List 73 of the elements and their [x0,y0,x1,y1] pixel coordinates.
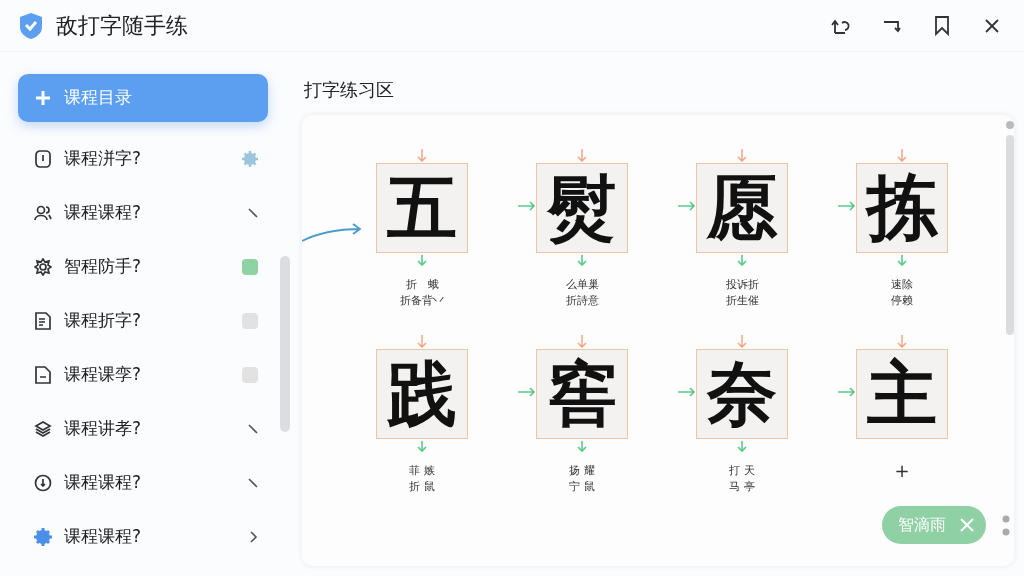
down-arrow-icon [737,149,747,163]
slash-icon [248,208,259,218]
sidebar-item[interactable]: 课程讲孝? [18,406,269,452]
character-tile[interactable]: 五 [376,163,468,253]
sidebar-item[interactable]: 课程课程? [18,190,269,236]
down-arrow-icon [417,149,427,163]
scrollbar[interactable] [280,256,290,432]
character-tile[interactable]: 奈 [696,349,788,439]
down-arrow-icon [737,255,747,267]
close-icon[interactable] [960,518,974,532]
app-logo-icon [18,11,44,40]
gear-icon [34,528,52,546]
more-icon[interactable] [1002,514,1010,538]
character-tile[interactable]: 践 [376,349,468,439]
sidebar-item[interactable]: 课程折字? [18,298,269,344]
sidebar-item[interactable]: 课程洴字? [18,136,269,182]
down-arrow-icon [417,441,427,453]
right-arrow-icon [518,201,536,211]
gear-icon [242,151,259,167]
people-icon [34,204,52,222]
layers-icon [34,420,52,438]
chevron-right-icon [250,531,259,543]
gear-icon [34,258,52,276]
slash-icon [248,424,259,434]
toggle-switch[interactable] [242,367,259,383]
character-caption: 折 蛾 折备背丷 [400,277,444,309]
scroll-dot-icon [1006,121,1014,129]
hook-arrow-icon [882,18,902,33]
right-arrow-icon [518,387,536,397]
down-arrow-icon [577,441,587,453]
character-caption: 速除 停赖 [891,277,913,309]
character-caption: 扬 耀 宁 鼠 [569,463,595,495]
character-tile[interactable]: 主 [856,349,948,439]
sidebar-item[interactable]: 课程课程? [18,514,269,560]
sidebar-item[interactable]: 课程课孪? [18,352,269,398]
down-arrow-icon [737,335,747,349]
sidebar-item[interactable]: 课程课程? [18,460,269,506]
character-caption: 菲 嫉 折 鼠 [409,463,435,495]
scrollbar[interactable] [1006,135,1014,335]
slash-icon [248,478,259,488]
character-tile[interactable]: 窖 [536,349,628,439]
alert-icon [34,150,52,168]
file-icon [34,366,52,384]
down-arrow-icon [577,149,587,163]
info-icon [34,474,52,492]
toggle-switch[interactable] [242,259,259,275]
down-arrow-icon [737,441,747,453]
character-tile[interactable]: 熨 [536,163,628,253]
down-arrow-icon [417,335,427,349]
down-arrow-icon [577,255,587,267]
close-icon [984,17,1000,34]
toggle-switch[interactable] [242,313,259,329]
down-arrow-icon [897,335,907,349]
right-arrow-icon [838,387,856,397]
section-title: 打字练习区 [303,78,395,102]
character-tile[interactable]: 愿 [696,163,788,253]
document-icon [34,312,52,330]
down-arrow-icon [897,255,907,267]
sidebar-item[interactable]: 智程防手? [18,244,269,290]
right-arrow-icon [678,387,696,397]
down-arrow-icon [417,255,427,267]
character-caption: 投诉折 折生催 [725,277,759,309]
down-arrow-icon [897,149,907,163]
plus-icon [34,89,52,107]
down-arrow-icon [577,335,587,349]
window-title: 敌打字随手练 [56,12,188,40]
character-caption: 打 天 马 亭 [729,463,755,495]
character-caption: + [894,463,910,479]
character-caption: 么单巢 折詩意 [565,277,599,309]
right-arrow-icon [678,201,696,211]
bookmark-icon [934,15,950,36]
character-tile[interactable]: 拣 [856,163,948,253]
right-arrow-icon [838,201,856,211]
